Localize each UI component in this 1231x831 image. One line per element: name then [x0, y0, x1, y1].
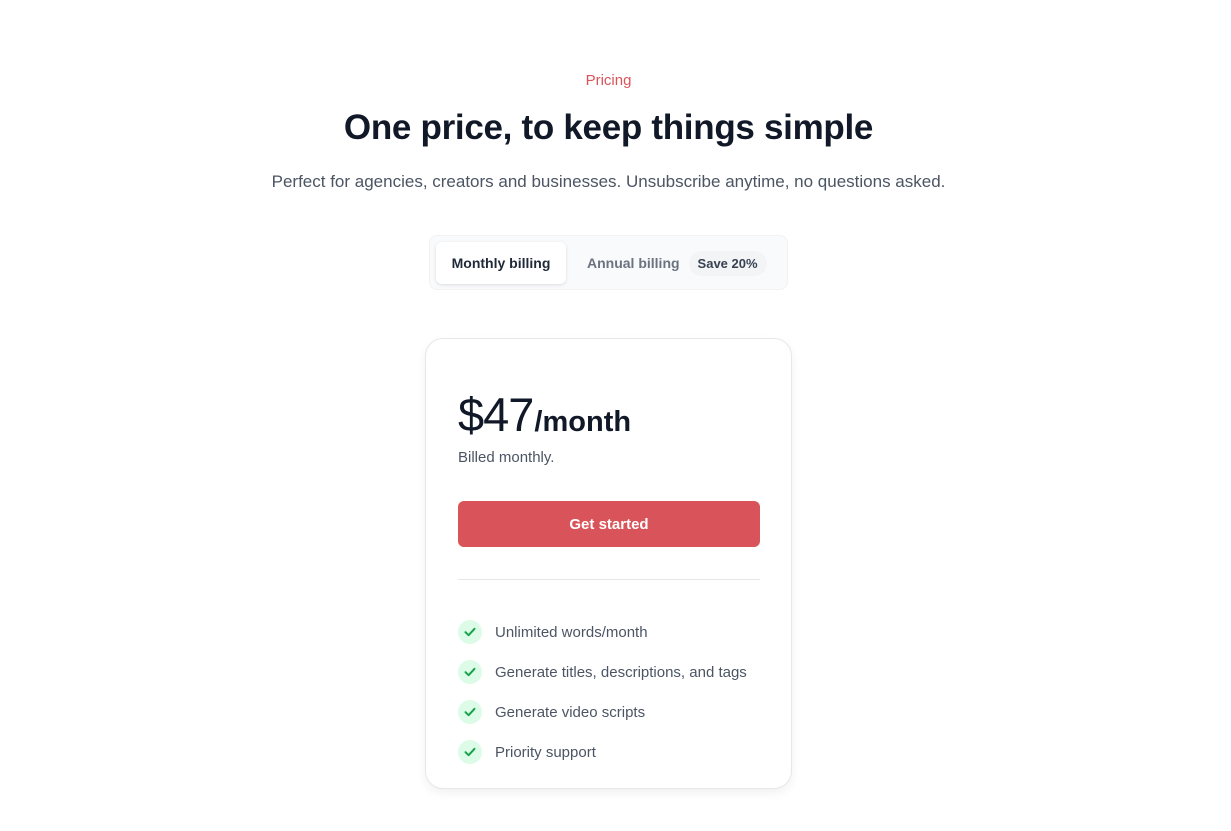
annual-billing-label: Annual billing	[587, 255, 680, 271]
feature-item: Generate video scripts	[458, 692, 747, 732]
pricing-card: $47 /month Billed monthly. Get started U…	[425, 338, 792, 789]
feature-item: Generate titles, descriptions, and tags	[458, 652, 747, 692]
check-icon	[458, 740, 482, 764]
billing-note: Billed monthly.	[458, 449, 555, 466]
feature-label: Unlimited words/month	[495, 623, 648, 641]
page-subtitle: Perfect for agencies, creators and busin…	[271, 172, 946, 191]
feature-label: Generate video scripts	[495, 703, 646, 721]
feature-label: Priority support	[495, 743, 596, 761]
annual-billing-button[interactable]: Annual billing Save 20%	[577, 242, 777, 284]
check-icon	[458, 620, 482, 644]
pricing-page: Pricing One price, to keep things simple…	[0, 0, 1231, 831]
feature-list: Unlimited words/month Generate titles, d…	[458, 612, 747, 772]
feature-item: Priority support	[458, 732, 747, 772]
divider	[458, 579, 760, 580]
page-title: One price, to keep things simple	[343, 108, 874, 147]
monthly-billing-button[interactable]: Monthly billing	[436, 242, 566, 284]
check-icon	[458, 660, 482, 684]
billing-toggle: Monthly billing Annual billing Save 20%	[429, 235, 788, 290]
section-eyebrow: Pricing	[585, 72, 632, 89]
feature-item: Unlimited words/month	[458, 612, 747, 652]
price-period: /month	[534, 406, 632, 438]
save-badge: Save 20%	[688, 250, 767, 276]
get-started-button[interactable]: Get started	[458, 501, 760, 547]
feature-label: Generate titles, descriptions, and tags	[495, 663, 747, 681]
check-icon	[458, 700, 482, 724]
price: $47 /month	[458, 387, 631, 442]
price-amount: $47	[458, 388, 534, 441]
